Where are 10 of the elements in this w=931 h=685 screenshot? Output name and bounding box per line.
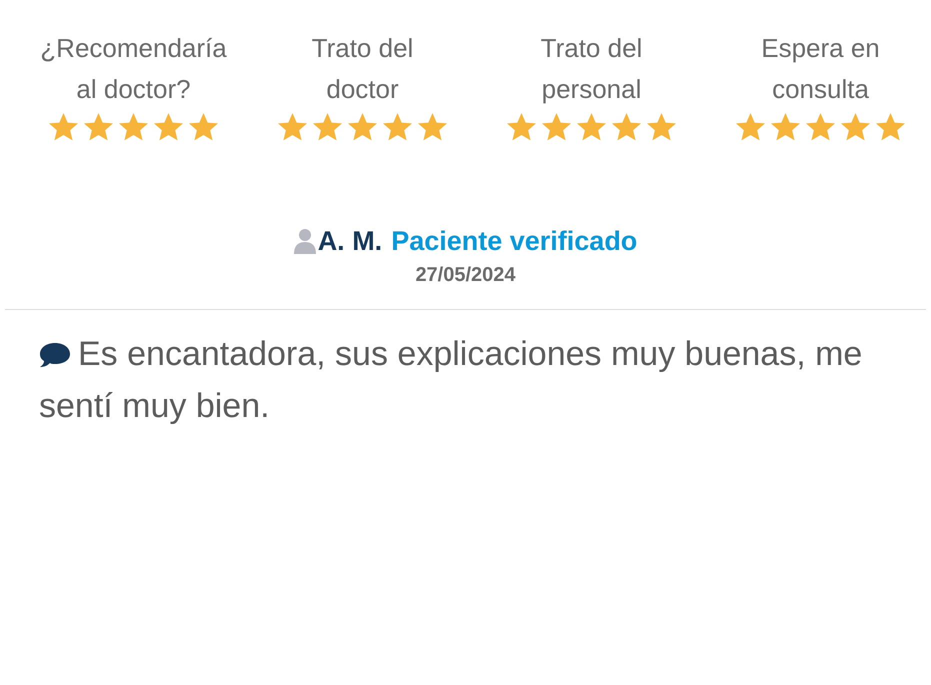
rating-label: Trato del doctor xyxy=(310,32,414,106)
rating-label: Trato del personal xyxy=(540,32,644,106)
rating-label: Espera en consulta xyxy=(760,32,881,106)
rating-label: ¿Recomendaría al doctor? xyxy=(39,32,228,106)
review-date: 27/05/2024 xyxy=(415,263,516,288)
verified-label: Paciente verificado xyxy=(391,225,638,258)
reviewer-name: A. M. xyxy=(318,225,382,258)
review-comment: Es encantadora, sus explicaciones muy buenas, me sentí muy bien. xyxy=(39,334,864,427)
speech-bubble-icon xyxy=(39,341,71,369)
user-icon xyxy=(294,228,316,254)
